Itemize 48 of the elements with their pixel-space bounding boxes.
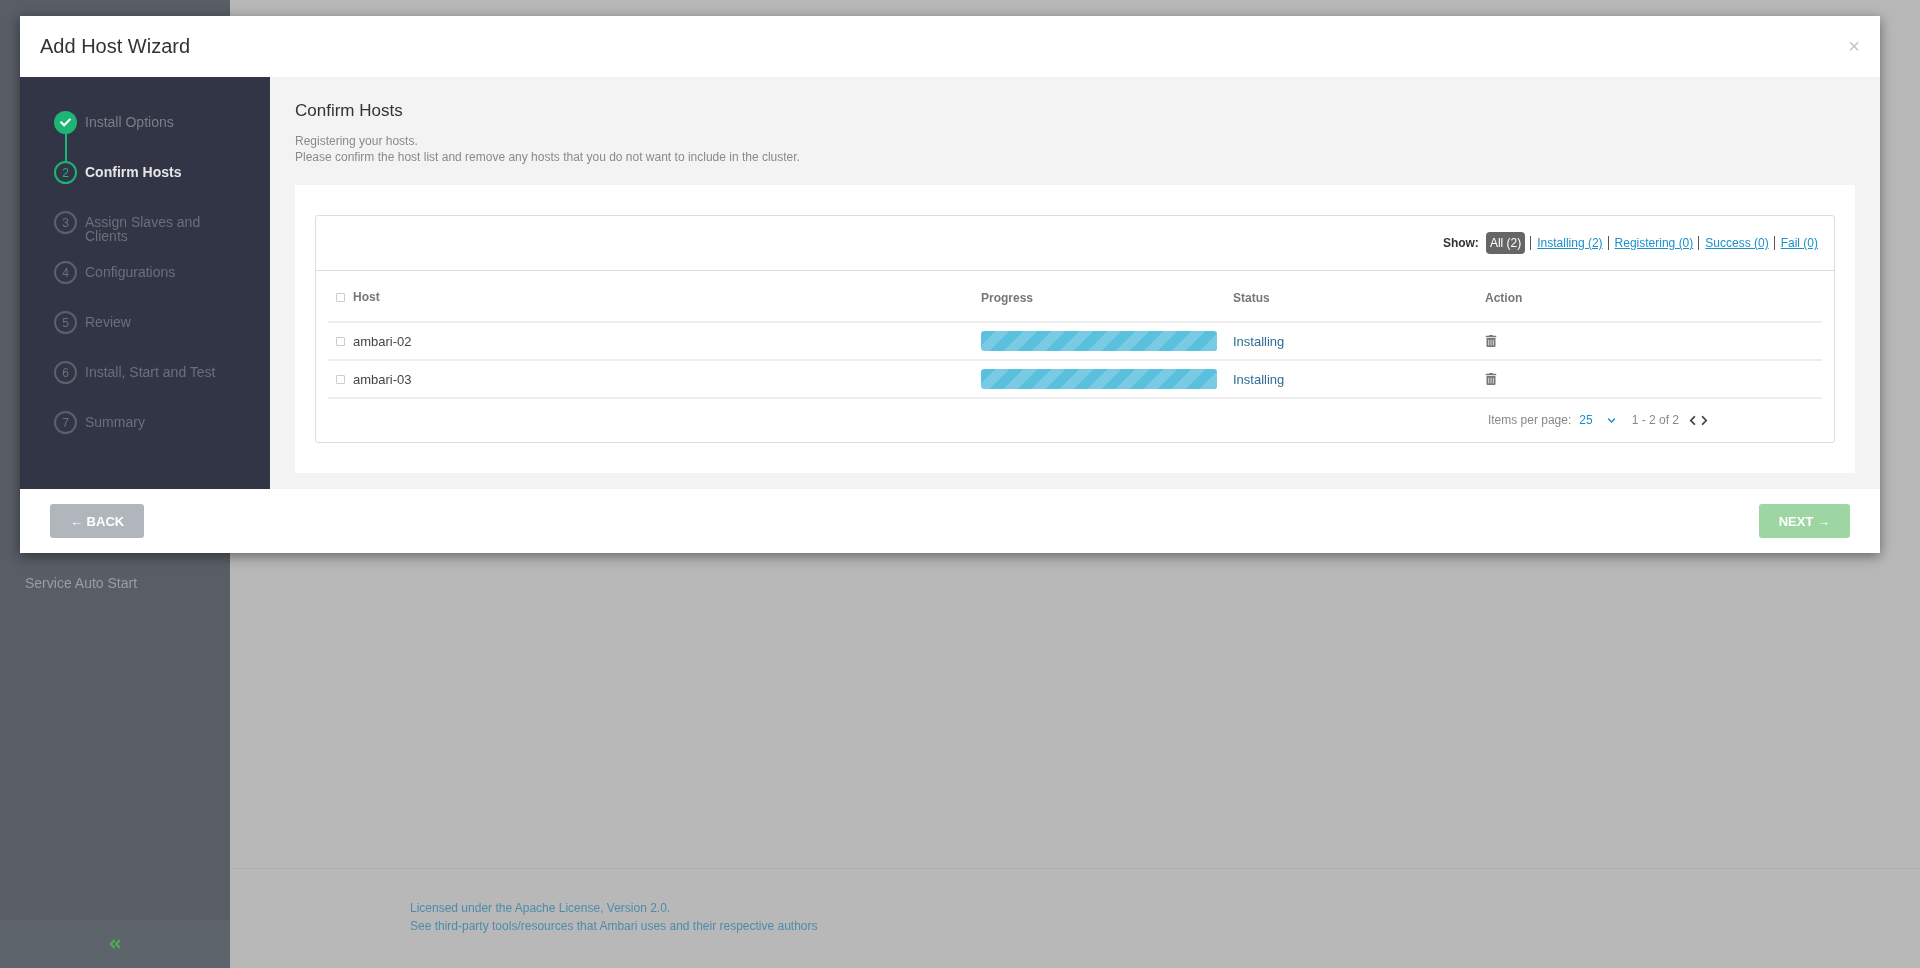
row-checkbox[interactable] (336, 374, 345, 384)
filter-label: Show: (1442, 236, 1479, 250)
column-header: Progress (981, 291, 1034, 305)
description-text: Please confirm the host list and remove any hosts that you do not want to include in the cluster. (295, 149, 801, 165)
step-label[interactable]: Confirm Hosts (85, 165, 235, 179)
footer-link[interactable]: See third-party tools/resources that Ambari uses and their respective authors (410, 919, 1920, 933)
filter-link[interactable]: Fail (0) (1773, 236, 1818, 250)
previous-page-icon[interactable] (1687, 414, 1698, 426)
page-size-select[interactable]: 25 (1579, 413, 1624, 427)
status-text[interactable]: Installing (1233, 334, 1285, 349)
step-label[interactable]: Summary (85, 415, 235, 429)
host-name: ambari-03 (353, 371, 412, 387)
row-checkbox[interactable] (336, 336, 345, 346)
status-text[interactable]: Installing (1233, 372, 1285, 387)
description-text: Registering your hosts. (295, 133, 419, 149)
caret-icon (1606, 415, 1616, 425)
column-header: Action (1485, 291, 1523, 305)
next-page-icon[interactable] (1699, 414, 1710, 426)
section-title: Confirm Hosts (295, 101, 404, 121)
column-header: Host (353, 290, 380, 304)
footer-link[interactable]: Licensed under the Apache License, Version 2.0. (410, 901, 1920, 915)
page-range: 1 - 2 of 2 (1631, 413, 1679, 427)
step-label[interactable]: Install, Start and Test (85, 365, 235, 379)
filter-link[interactable]: All (2) (1485, 232, 1526, 254)
step-number: 5 (54, 311, 77, 334)
filter-link[interactable]: Registering (0) (1607, 236, 1694, 250)
step-number: 6 (54, 361, 77, 384)
step-connector-line (64, 134, 67, 161)
close-button[interactable]: × (1848, 35, 1860, 58)
step-label[interactable]: Assign Slaves and Clients (85, 215, 235, 243)
step-number: 3 (54, 211, 77, 234)
step-number: 4 (54, 261, 77, 284)
column-header: Status (1233, 291, 1270, 305)
delete-icon[interactable] (1485, 335, 1497, 347)
back-button[interactable]: ← BACK (50, 504, 145, 538)
step-number: 7 (54, 411, 77, 434)
filter-link[interactable]: Installing (2) (1530, 236, 1603, 250)
filter-link[interactable]: Success (0) (1698, 236, 1769, 250)
step-label[interactable]: Install Options (85, 115, 235, 129)
step-number: 2 (54, 161, 77, 184)
step-label[interactable]: Review (85, 315, 235, 329)
delete-icon[interactable] (1485, 373, 1497, 385)
step-label[interactable]: Configurations (85, 265, 235, 279)
items-per-page-label: Items per page: (1487, 413, 1572, 427)
host-name: ambari-02 (353, 333, 412, 349)
select-all-checkbox[interactable] (336, 292, 345, 302)
dialog-title: Add Host Wizard (40, 35, 191, 58)
nav-item[interactable]: Service Auto Start (25, 575, 230, 591)
